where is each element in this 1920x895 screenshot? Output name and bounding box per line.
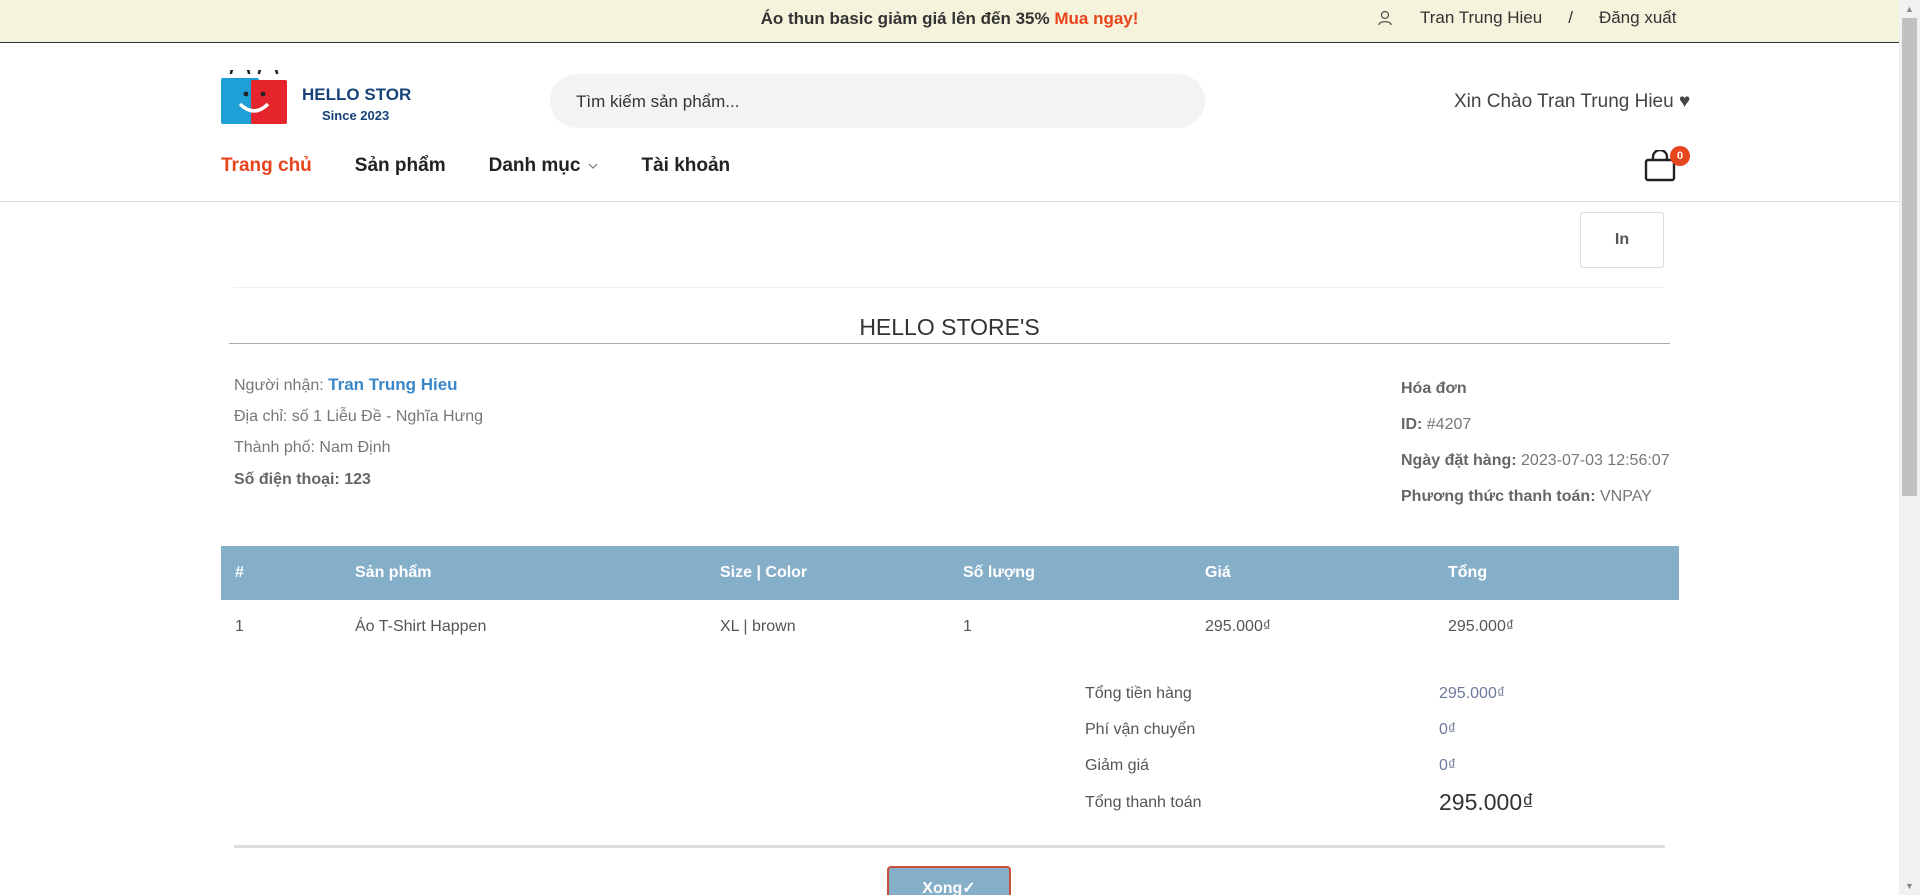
total-label: Tổng thanh toán xyxy=(1085,794,1202,811)
order-date-value: 2023-07-03 12:56:07 xyxy=(1521,452,1670,469)
header-divider xyxy=(0,201,1899,202)
recipient-line: Người nhận: Tran Trung Hieu xyxy=(234,375,458,395)
table-header-row: # Sản phẩm Size | Color Số lượng Giá Tổn… xyxy=(221,546,1679,600)
divider xyxy=(233,287,1664,288)
cart-count-badge: 0 xyxy=(1670,146,1690,166)
nav-item-label: Sản phẩm xyxy=(354,155,446,176)
divider xyxy=(234,845,1665,848)
invoice-title: HELLO STORE'S xyxy=(859,314,1040,340)
main-nav: Trang chủ Sản phẩm Danh mục Tài khoản xyxy=(221,155,773,177)
order-items-table: # Sản phẩm Size | Color Số lượng Giá Tổn… xyxy=(221,546,1679,654)
discount-label: Giảm giá xyxy=(1085,757,1150,774)
column-header: Tổng xyxy=(1434,546,1679,600)
shipping-value: 0₫ xyxy=(1439,721,1457,738)
chevron-down-icon xyxy=(589,163,598,169)
invoice-heading: Hóa đơn xyxy=(1401,380,1467,398)
recipient-city: Thành phố: Nam Định xyxy=(234,439,391,456)
greeting-text: Xin Chào Tran Trung Hieu ♥ xyxy=(1454,91,1691,112)
promo-text: Áo thun basic giảm giá lên đến 35% xyxy=(760,9,1050,28)
scrollbar[interactable]: ▲ ▼ xyxy=(1899,0,1920,895)
nav-item-account[interactable]: Tài khoản xyxy=(641,155,730,177)
invoice-id-value: #4207 xyxy=(1426,416,1472,433)
table-cell: 1 xyxy=(963,618,972,635)
payment-method-value: VNPAY xyxy=(1599,488,1652,505)
user-icon xyxy=(1378,10,1392,26)
recipient-address: Địa chỉ: số 1 Liễu Đề - Nghĩa Hưng xyxy=(234,408,484,425)
subtotal-value: 295.000₫ xyxy=(1439,685,1506,702)
invoice-id: ID: #4207 xyxy=(1401,416,1471,434)
payment-method-label: Phương thức thanh toán: xyxy=(1401,488,1596,505)
table-cell: 295.000₫ xyxy=(1205,618,1272,635)
column-header: Giá xyxy=(1191,546,1434,600)
top-username-link[interactable]: Tran Trung Hieu xyxy=(1420,8,1542,28)
table-cell: XL | brown xyxy=(720,618,796,635)
column-header: # xyxy=(221,546,341,600)
discount-value: 0₫ xyxy=(1439,757,1457,774)
invoice-label: Hóa đơn xyxy=(1401,380,1467,397)
promo-buy-link[interactable]: Mua ngay! xyxy=(1054,9,1138,28)
column-header: Số lượng xyxy=(949,546,1191,600)
top-user-menu: Tran Trung Hieu / Đăng xuất xyxy=(1378,8,1676,28)
nav-item-label: Tài khoản xyxy=(641,155,731,176)
nav-item-home[interactable]: Trang chủ xyxy=(221,155,312,177)
invoice-id-label: ID: xyxy=(1401,416,1423,433)
subtotal-label: Tổng tiền hàng xyxy=(1085,685,1192,702)
payment-method: Phương thức thanh toán: VNPAY xyxy=(1401,488,1652,506)
done-button[interactable]: Xong✓ xyxy=(887,866,1011,895)
shipping-label: Phí vận chuyển xyxy=(1085,721,1196,738)
recipient-label: Người nhận: xyxy=(234,377,324,394)
search-input[interactable] xyxy=(574,74,1178,130)
nav-item-categories[interactable]: Danh mục xyxy=(489,155,599,177)
logout-link[interactable]: Đăng xuất xyxy=(1599,8,1677,28)
nav-item-products[interactable]: Sản phẩm xyxy=(355,155,446,177)
column-header: Sản phẩm xyxy=(341,546,706,600)
store-logo[interactable]: HELLO STORE Since 2023 xyxy=(221,70,411,126)
table-cell: 1 xyxy=(235,618,244,635)
page: Áo thun basic giảm giá lên đến 35% Mua n… xyxy=(0,0,1899,895)
svg-text:Since 2023: Since 2023 xyxy=(322,108,389,123)
column-header: Size | Color xyxy=(706,546,949,600)
phone-text: Số điện thoại: 123 xyxy=(234,471,371,488)
table-cell: 295.000₫ xyxy=(1448,618,1515,635)
recipient-name: Tran Trung Hieu xyxy=(328,375,458,394)
scroll-down-icon[interactable]: ▼ xyxy=(1899,877,1920,895)
search-bar xyxy=(550,74,1205,130)
scroll-up-icon[interactable]: ▲ xyxy=(1899,0,1920,18)
order-date: Ngày đặt hàng: 2023-07-03 12:56:07 xyxy=(1401,452,1670,470)
top-bar: Áo thun basic giảm giá lên đến 35% Mua n… xyxy=(0,0,1899,43)
order-date-label: Ngày đặt hàng: xyxy=(1401,452,1517,469)
table-row: 1 Áo T-Shirt Happen XL | brown 1 295.000… xyxy=(221,600,1679,654)
recipient-phone: Số điện thoại: 123 xyxy=(234,471,371,489)
divider xyxy=(229,343,1670,344)
print-button[interactable]: In xyxy=(1580,212,1664,268)
total-value: 295.000₫ xyxy=(1439,789,1534,815)
nav-item-label: Danh mục xyxy=(488,155,581,176)
nav-item-label: Trang chủ xyxy=(221,155,312,176)
table-cell: Áo T-Shirt Happen xyxy=(355,618,487,635)
svg-text:HELLO STORE: HELLO STORE xyxy=(302,85,411,104)
top-separator: / xyxy=(1568,8,1573,27)
scrollbar-thumb[interactable] xyxy=(1902,18,1917,496)
